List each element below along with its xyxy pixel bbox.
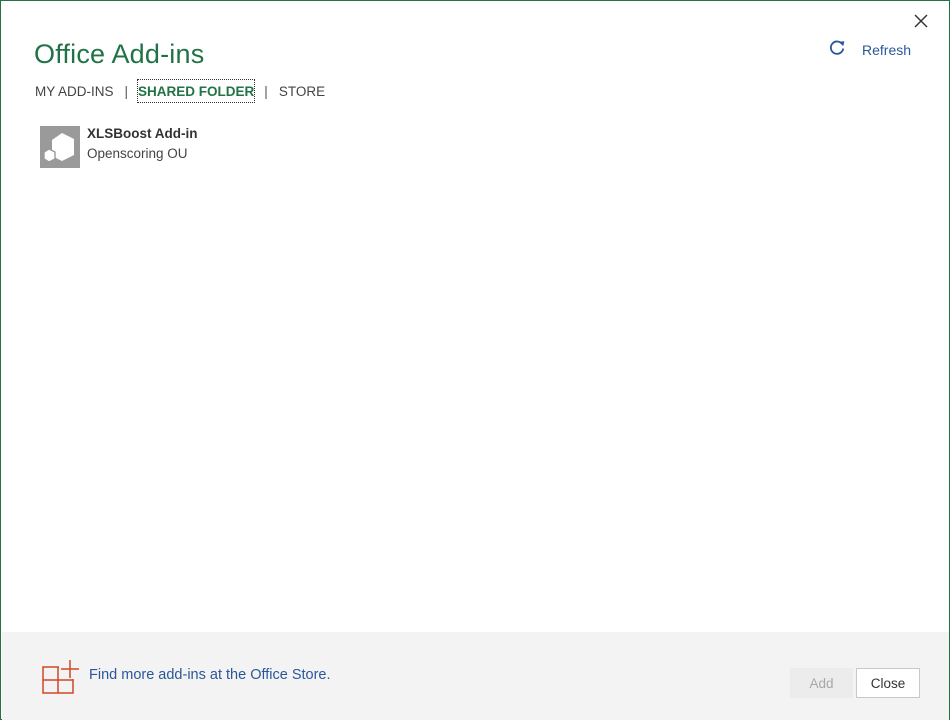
addin-publisher: Openscoring OU <box>87 146 188 161</box>
tab-store[interactable]: STORE <box>279 84 325 99</box>
close-icon[interactable] <box>910 10 932 32</box>
addin-name: XLSBoost Add-in <box>87 126 198 141</box>
tab-bar: MY ADD-INS | SHARED FOLDER | STORE <box>35 79 325 103</box>
dialog-title: Office Add-ins <box>34 39 205 69</box>
store-grid-plus-icon <box>42 659 80 695</box>
add-button[interactable]: Add <box>790 668 853 698</box>
refresh-icon <box>827 38 847 63</box>
tab-separator: | <box>124 83 129 99</box>
close-button[interactable]: Close <box>856 668 920 698</box>
tab-shared-folder[interactable]: SHARED FOLDER <box>137 79 256 103</box>
addin-list-item[interactable]: XLSBoost Add-in Openscoring OU <box>40 126 340 170</box>
office-addins-dialog: Office Add-ins Refresh MY ADD-INS | SHAR… <box>0 0 950 720</box>
tab-separator: | <box>264 83 268 99</box>
dialog-footer: Find more add-ins at the Office Store. A… <box>2 632 949 720</box>
addin-cube-icon <box>40 126 80 168</box>
refresh-label: Refresh <box>862 42 912 58</box>
office-store-link[interactable]: Find more add-ins at the Office Store. <box>89 667 331 683</box>
tab-my-addins[interactable]: MY ADD-INS <box>35 84 114 99</box>
refresh-button[interactable]: Refresh <box>827 39 911 61</box>
